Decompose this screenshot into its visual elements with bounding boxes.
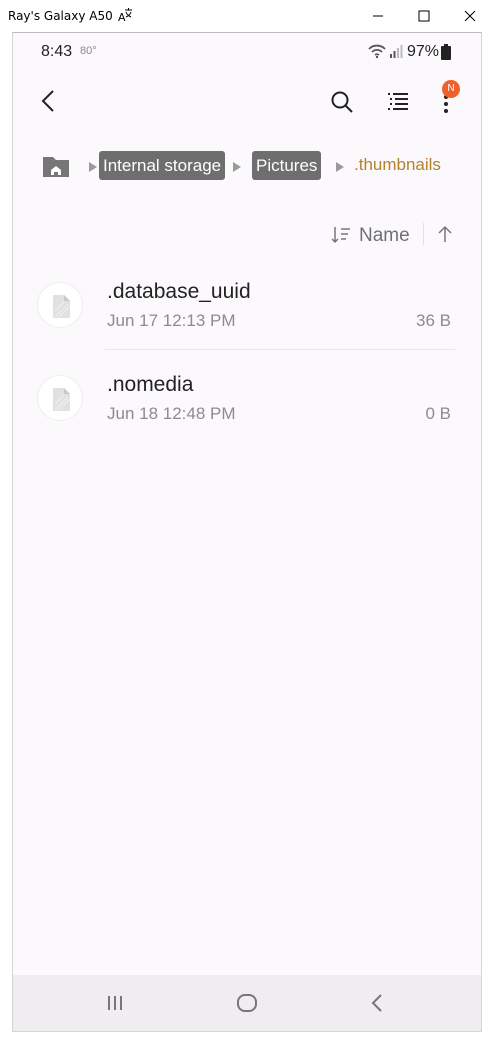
sort-label[interactable]: Name [359, 225, 410, 247]
home-button-icon[interactable] [235, 991, 259, 1015]
arrow-up-icon[interactable] [434, 223, 456, 245]
close-icon[interactable] [447, 0, 493, 32]
maximize-icon[interactable] [401, 0, 447, 32]
battery-icon [441, 44, 451, 60]
breadcrumb-arrow-icon [233, 162, 241, 172]
breadcrumb-internal-storage[interactable]: Internal storage [99, 151, 226, 180]
file-size: 0 B [425, 404, 451, 423]
list-item[interactable]: .database_uuid Jun 17 12:13 PM 36 B [13, 265, 481, 357]
file-icon [37, 282, 83, 328]
list-view-icon[interactable] [385, 89, 411, 115]
breadcrumb-pictures[interactable]: Pictures [252, 151, 322, 180]
file-size: 36 B [416, 311, 451, 330]
file-icon [37, 375, 83, 421]
search-icon[interactable] [329, 89, 355, 115]
signal-icon [390, 45, 403, 58]
window-title: Ray's Galaxy A50 [8, 9, 113, 23]
navigation-bar [13, 975, 481, 1031]
file-date: Jun 18 12:48 PM [107, 404, 236, 423]
status-time: 8:43 [41, 43, 73, 60]
svg-text:A: A [118, 11, 126, 24]
recent-apps-icon[interactable] [105, 993, 125, 1013]
back-chevron-icon[interactable] [35, 87, 63, 115]
file-date: Jun 17 12:13 PM [107, 311, 236, 330]
file-name: .database_uuid [107, 280, 251, 303]
minimize-icon[interactable] [355, 0, 401, 32]
breadcrumb-current: .thumbnails [354, 155, 441, 174]
battery-percent: 97% [407, 43, 440, 60]
list-item[interactable]: .nomedia Jun 18 12:48 PM 0 B [13, 358, 481, 450]
status-temperature: 80° [80, 45, 97, 57]
notification-badge: N [442, 80, 460, 98]
translate-icon[interactable]: A [117, 6, 133, 24]
home-folder-icon[interactable] [41, 151, 71, 181]
back-button-icon[interactable] [367, 992, 387, 1014]
sort-icon[interactable] [331, 225, 351, 245]
breadcrumb-arrow-icon [336, 162, 344, 172]
phone-screen: 8:43 80° 97% N Internal storage Pictures… [12, 32, 482, 1032]
wifi-icon [368, 44, 386, 59]
sort-divider [423, 223, 424, 245]
breadcrumb-arrow-icon [89, 162, 97, 172]
file-name: .nomedia [107, 373, 194, 396]
window-titlebar: Ray's Galaxy A50 A [0, 0, 493, 32]
list-divider [105, 349, 455, 350]
